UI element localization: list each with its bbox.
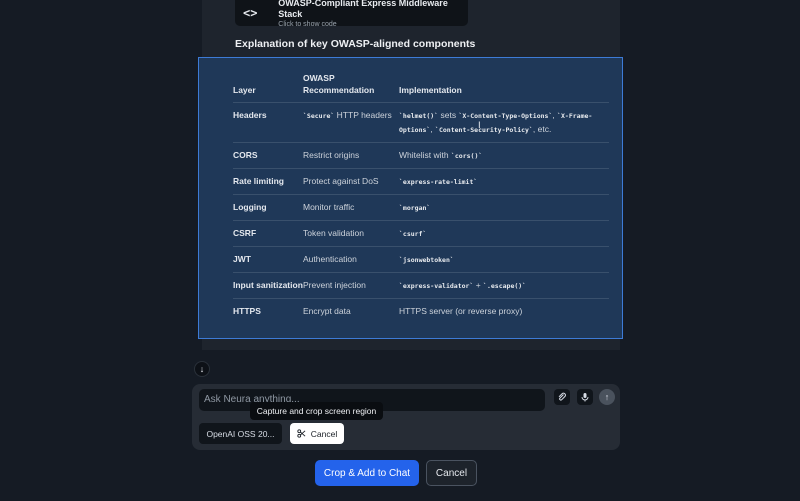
code-artifact-card[interactable]: <> OWASP-Compliant Express Middleware St… (235, 0, 468, 29)
table-cell-implementation: `express-validator` + `.escape()` (399, 272, 609, 299)
table-cell-recommendation: Protect against DoS (303, 168, 399, 195)
table-cell-recommendation: `Secure` HTTP headers (303, 102, 399, 143)
microphone-button[interactable] (577, 389, 593, 405)
section-heading: Explanation of key OWASP-aligned compone… (235, 38, 476, 50)
table-body: Headers `Secure` HTTP headers `helmet()` s… (233, 102, 609, 323)
table-row: Headers `Secure` HTTP headers `helmet()` s… (233, 102, 609, 143)
text-cursor-icon: I (478, 121, 481, 131)
column-header-implementation: Implementation (399, 68, 609, 103)
table-cell-recommendation: Token validation (303, 220, 399, 247)
table-cell-implementation: `express-rate-limit` (399, 168, 609, 195)
table-cell-layer: Rate limiting (233, 168, 303, 195)
table-row: Input sanitization Prevent injection `expr… (233, 272, 609, 299)
paperclip-icon (558, 392, 566, 401)
table-row: JWT Authentication `jsonwebtoken` (233, 246, 609, 273)
microphone-icon (581, 393, 589, 402)
crop-selection-region[interactable]: Layer OWASP Recommendation Implementatio… (198, 57, 623, 339)
table-row: Logging Monitor traffic `morgan` (233, 194, 609, 221)
table-cell-recommendation: Monitor traffic (303, 194, 399, 221)
table-cell-implementation: `morgan` (399, 194, 609, 221)
table-row: Rate limiting Protect against DoS `express… (233, 168, 609, 195)
owasp-table: Layer OWASP Recommendation Implementatio… (233, 68, 609, 323)
cancel-crop-chip[interactable]: Cancel (290, 423, 344, 444)
crop-add-to-chat-button[interactable]: Crop & Add to Chat (315, 460, 419, 486)
table-row: HTTPS Encrypt data HTTPS server (or revers… (233, 298, 609, 323)
table-cell-implementation: `jsonwebtoken` (399, 246, 609, 273)
code-icon: <> (243, 6, 258, 20)
table-cell-implementation: HTTPS server (or reverse proxy) (399, 305, 523, 316)
table-row: CORS Restrict origins Whitelist with `cors… (233, 142, 609, 169)
scroll-down-button[interactable]: ↓ (194, 361, 210, 377)
send-button[interactable]: ↑ (599, 389, 615, 405)
model-selector[interactable]: OpenAI OSS 20... (199, 423, 282, 444)
table-cell-layer: HTTPS (233, 305, 261, 316)
table-row: CSRF Token validation `csurf` (233, 220, 609, 247)
table-header-row: Layer OWASP Recommendation Implementatio… (233, 68, 609, 103)
table-cell-implementation: `helmet()` sets `X-Content-Type-Options`… (399, 102, 609, 143)
column-header-layer: Layer (233, 68, 303, 103)
table-cell-layer: CSRF (233, 220, 303, 247)
table-cell-layer: Headers (233, 102, 303, 143)
arrow-down-icon: ↓ (199, 364, 205, 374)
table-cell-recommendation: Prevent injection (303, 272, 399, 299)
column-header-owasp-text: OWASP Recommendation (303, 72, 375, 95)
table-cell-layer: JWT (233, 246, 303, 273)
table-cell-recommendation: Encrypt data (303, 305, 351, 316)
scissors-icon (297, 429, 306, 438)
table-cell-layer: Input sanitization (233, 272, 303, 299)
code-card-title: OWASP-Compliant Express Middleware Stack (278, 0, 448, 19)
cancel-chip-label: Cancel (310, 428, 338, 439)
table-cell-implementation: Whitelist with `cors()` (399, 142, 609, 169)
code-card-subtitle: Click to show code (278, 20, 337, 28)
column-header-owasp: OWASP Recommendation (303, 68, 399, 103)
arrow-up-icon: ↑ (604, 392, 610, 402)
cancel-button[interactable]: Cancel (426, 460, 477, 486)
table-cell-implementation: `csurf` (399, 220, 609, 247)
table-cell-layer: Logging (233, 194, 303, 221)
table-cell-layer: CORS (233, 142, 303, 169)
attach-button[interactable] (554, 389, 570, 405)
code-card-text: OWASP-Compliant Express Middleware Stack… (278, 0, 468, 29)
table-cell-recommendation: Restrict origins (303, 142, 399, 169)
table-cell-recommendation: Authentication (303, 246, 399, 273)
capture-tooltip: Capture and crop screen region (250, 402, 383, 420)
